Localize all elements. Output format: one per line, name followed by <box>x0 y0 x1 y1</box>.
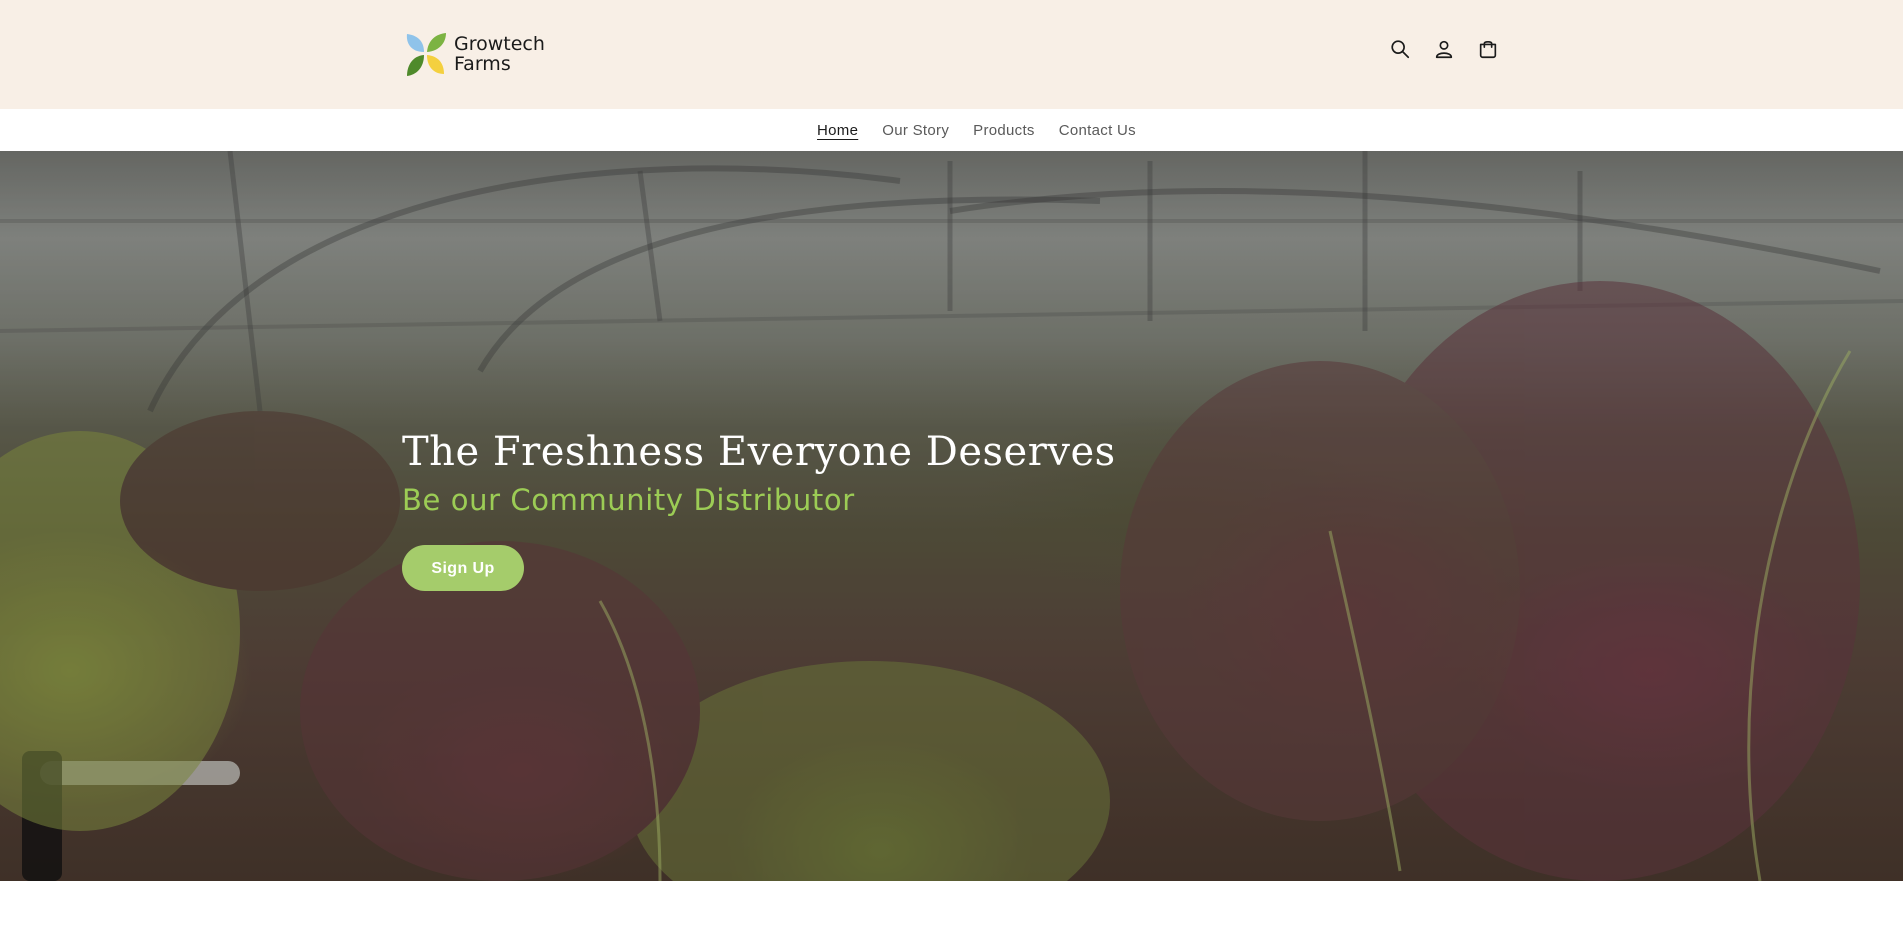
hero-subtitle: Be our Community Distributor <box>402 483 855 517</box>
sign-up-button[interactable]: Sign Up <box>402 545 524 591</box>
brand-logo[interactable]: Growtech Farms <box>404 30 545 78</box>
brand-name: Growtech Farms <box>454 34 545 74</box>
site-header: Growtech Farms <box>0 0 1903 109</box>
account-icon[interactable] <box>1433 38 1455 60</box>
header-icons <box>1389 38 1499 60</box>
nav-item-products[interactable]: Products <box>973 122 1035 139</box>
brand-name-line1: Growtech <box>454 33 545 55</box>
hero-title: The Freshness Everyone Deserves <box>402 429 1116 475</box>
nav-item-home[interactable]: Home <box>817 122 858 139</box>
nav-item-contact-us[interactable]: Contact Us <box>1059 122 1136 139</box>
leaf-logo-icon <box>406 33 446 76</box>
nav-item-our-story[interactable]: Our Story <box>882 122 949 139</box>
main-nav: Home Our Story Products Contact Us <box>0 109 1903 151</box>
cart-icon[interactable] <box>1477 38 1499 60</box>
search-icon[interactable] <box>1389 38 1411 60</box>
hero-banner: The Freshness Everyone Deserves Be our C… <box>0 151 1903 881</box>
brand-name-line2: Farms <box>454 53 511 75</box>
hero-content: The Freshness Everyone Deserves Be our C… <box>402 429 1116 591</box>
